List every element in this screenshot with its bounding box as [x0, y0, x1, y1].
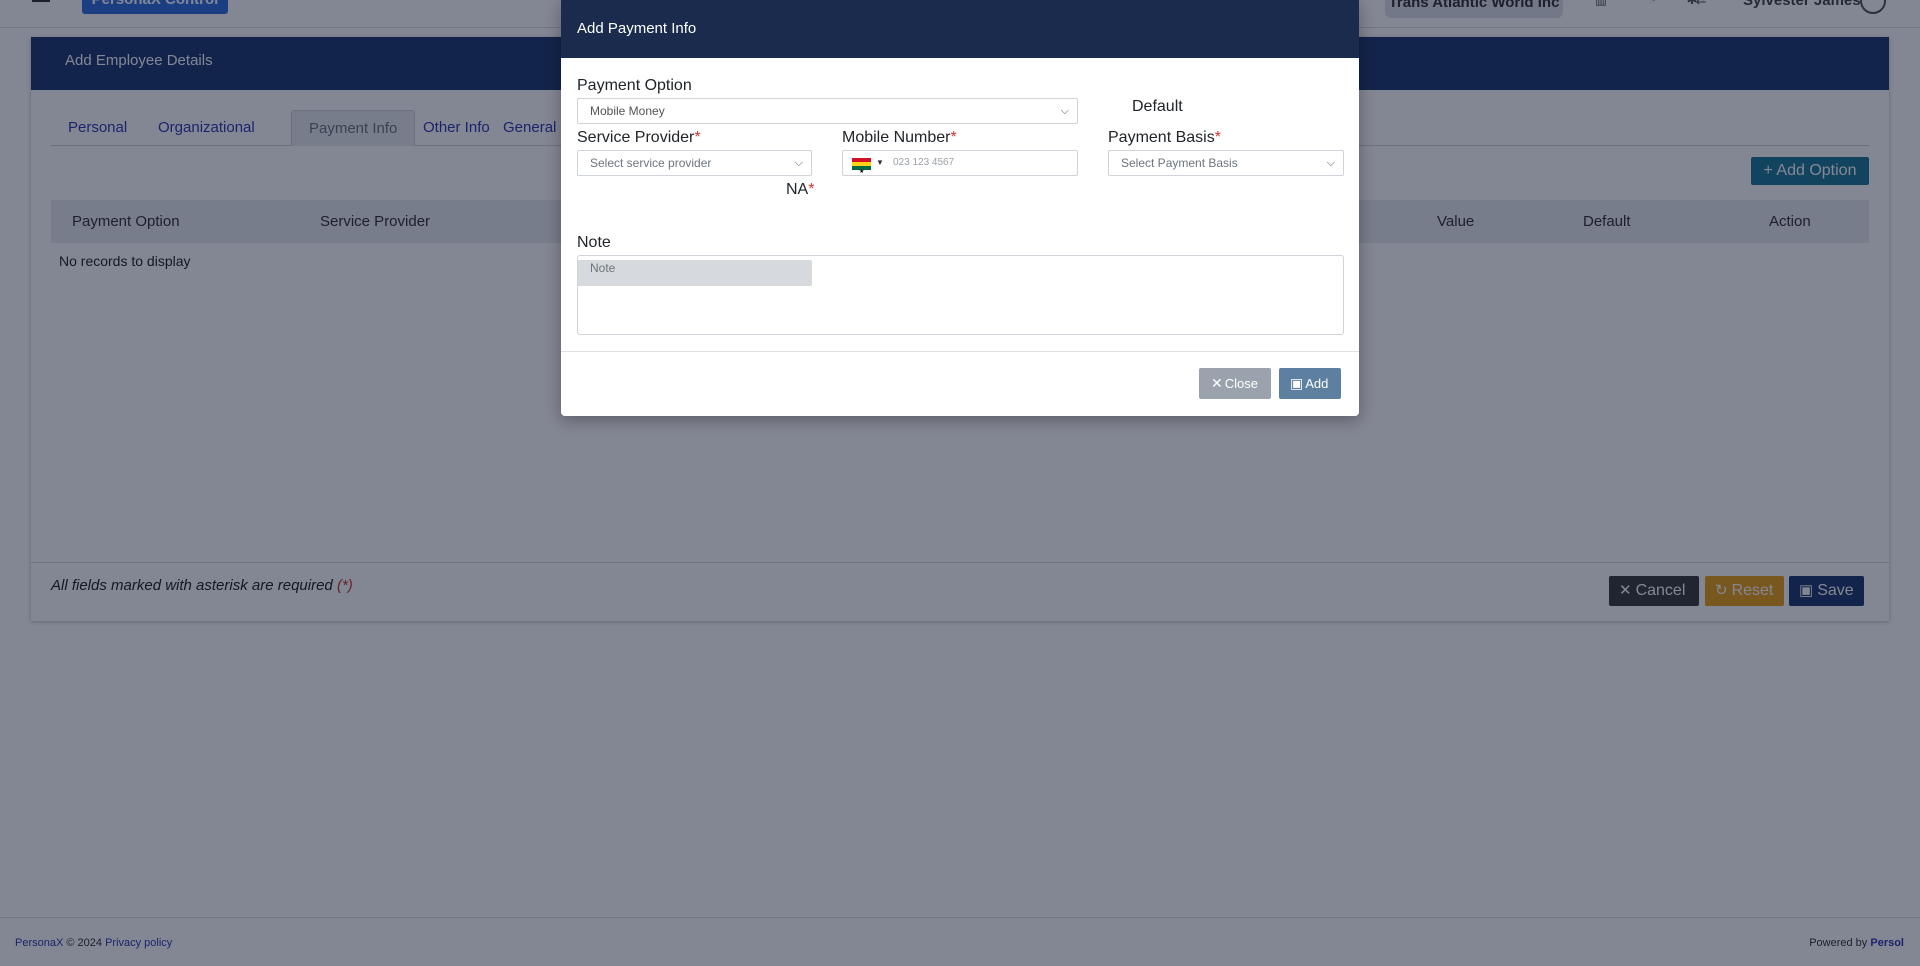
caret-down-icon[interactable]: ▼	[876, 151, 884, 175]
chevron-down-icon: ⌵	[1060, 105, 1069, 117]
required-star: *	[808, 181, 815, 198]
note-label: Note	[577, 234, 611, 251]
mobile-number-label-text: Mobile Number	[842, 129, 951, 146]
ghana-flag-icon[interactable]: ★	[852, 158, 871, 175]
mobile-number-input[interactable]: 023 123 4567	[893, 151, 954, 175]
default-label: Default	[1132, 98, 1183, 115]
service-provider-label: Service Provider*	[577, 129, 701, 147]
payment-basis-placeholder: Select Payment Basis	[1121, 156, 1238, 170]
close-button-label: Close	[1224, 376, 1258, 391]
payment-basis-select[interactable]: Select Payment Basis ⌵	[1108, 150, 1344, 176]
add-button[interactable]: ▣ Add	[1279, 368, 1341, 399]
modal-title: Add Payment Info	[561, 0, 1359, 58]
close-button[interactable]: ✕ Close	[1199, 368, 1271, 399]
na-label-text: NA	[786, 181, 809, 198]
add-payment-info-modal: Add Payment Info Payment Option Mobile M…	[561, 0, 1359, 416]
required-star: *	[694, 129, 701, 146]
service-provider-label-text: Service Provider	[577, 129, 695, 146]
add-button-label: Add	[1305, 376, 1329, 391]
modal-body: Payment Option Mobile Money ⌵ Default Se…	[561, 58, 1359, 352]
mobile-number-label: Mobile Number*	[842, 129, 957, 147]
close-icon: ✕	[1211, 375, 1223, 391]
required-star: *	[950, 129, 957, 146]
payment-option-label: Payment Option	[577, 77, 692, 94]
mobile-number-field: ★ ▼ 023 123 4567	[842, 150, 1078, 176]
required-star: *	[1214, 129, 1221, 146]
chevron-down-icon: ⌵	[1326, 157, 1335, 169]
save-icon: ▣	[1290, 375, 1304, 391]
chevron-down-icon: ⌵	[794, 157, 803, 169]
payment-option-value: Mobile Money	[590, 104, 665, 118]
service-provider-placeholder: Select service provider	[590, 156, 712, 170]
note-textarea[interactable]: Note	[577, 255, 1344, 335]
payment-basis-label-text: Payment Basis	[1108, 129, 1215, 146]
payment-basis-label: Payment Basis*	[1108, 129, 1221, 147]
service-provider-select[interactable]: Select service provider ⌵	[577, 150, 812, 176]
na-label: NA*	[786, 181, 814, 199]
payment-option-select[interactable]: Mobile Money ⌵	[577, 98, 1078, 124]
